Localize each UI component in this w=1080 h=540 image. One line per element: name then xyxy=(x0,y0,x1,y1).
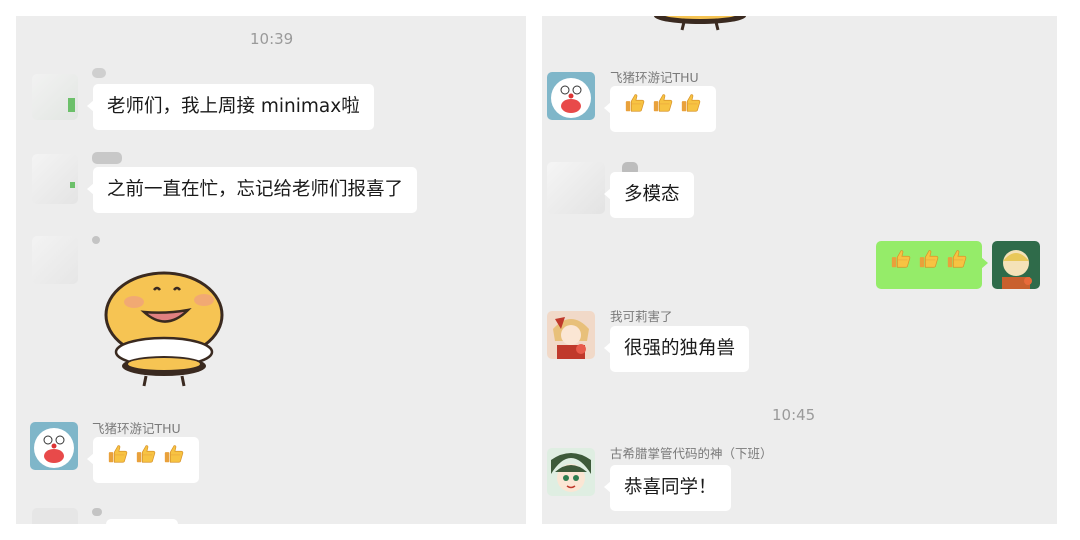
message-bubble[interactable]: 多模态 xyxy=(604,172,694,218)
message-bubble[interactable] xyxy=(604,86,716,132)
avatar[interactable] xyxy=(32,508,78,524)
bee-sticker[interactable] xyxy=(104,270,234,390)
thumbs-up-icon xyxy=(624,86,702,132)
message-bubble[interactable] xyxy=(106,519,178,524)
message-text: 老师们，我上周接 minimax啦 xyxy=(107,96,360,117)
sender-name xyxy=(92,236,100,244)
message-bubble[interactable]: 很强的独角兽 xyxy=(603,326,750,372)
message-bubble[interactable]: 之前一直在忙，忘记给老师们报喜了 xyxy=(86,167,418,213)
message-bubble[interactable]: 老师们，我上周接 minimax啦 xyxy=(87,84,374,130)
avatar[interactable] xyxy=(32,236,78,284)
chat-panel-right: 飞猪环游记THU 多模态 我可莉害了 很强的独角兽 10:45 古希腊掌管代码的… xyxy=(542,16,1057,524)
anime-avatar[interactable] xyxy=(547,448,595,496)
message-bubble[interactable] xyxy=(87,437,199,483)
bee-sticker[interactable] xyxy=(650,16,750,40)
sender-name: 古希腊掌管代码的神（下班） xyxy=(610,446,773,461)
thumbs-up-icon xyxy=(107,437,185,483)
doraemon-avatar[interactable] xyxy=(547,72,595,120)
my-message-bubble[interactable] xyxy=(876,241,988,289)
message-text: 很强的独角兽 xyxy=(624,338,736,359)
sender-name: 我可莉害了 xyxy=(610,309,673,324)
avatar[interactable] xyxy=(32,154,78,204)
avatar[interactable] xyxy=(547,162,605,214)
timestamp: 10:39 xyxy=(250,30,294,48)
avatar[interactable] xyxy=(32,74,78,120)
message-text: 多模态 xyxy=(624,184,680,205)
sender-name xyxy=(92,152,122,164)
sender-name: 飞猪环游记THU xyxy=(92,421,181,436)
sender-name: 飞猪环游记THU xyxy=(610,70,699,85)
anime-avatar[interactable] xyxy=(547,311,595,359)
message-text: 之前一直在忙，忘记给老师们报喜了 xyxy=(107,179,404,200)
sender-name xyxy=(92,68,106,78)
sender-name xyxy=(92,508,102,516)
timestamp: 10:45 xyxy=(772,406,816,424)
chat-panel-left: 10:39 老师们，我上周接 minimax啦 之前一直在忙，忘记给老师们报喜了 xyxy=(16,16,526,524)
message-bubble[interactable]: 恭喜同学！ xyxy=(604,465,731,511)
my-avatar[interactable] xyxy=(992,241,1040,289)
doraemon-avatar[interactable] xyxy=(30,422,78,470)
message-text: 恭喜同学！ xyxy=(624,477,717,498)
thumbs-up-icon xyxy=(890,241,968,289)
